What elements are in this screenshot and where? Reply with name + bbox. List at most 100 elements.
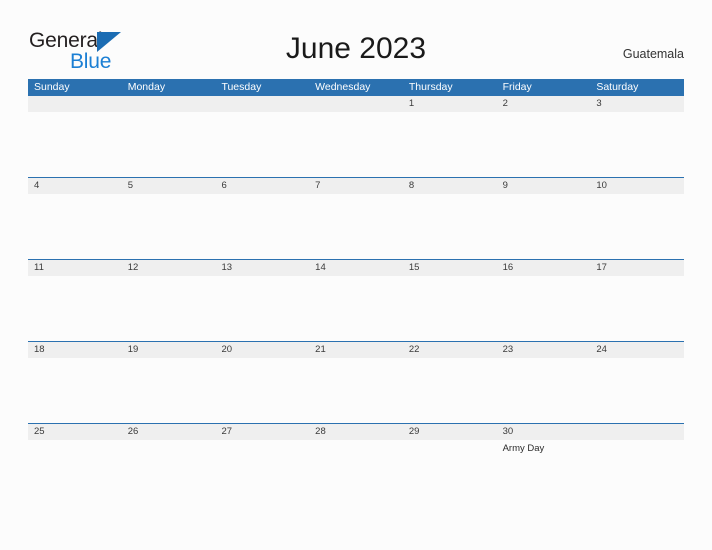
week-date-band: 18 19 20 21 22 23 24 xyxy=(28,342,684,358)
day-cell[interactable] xyxy=(497,276,591,340)
day-cell[interactable] xyxy=(122,194,216,258)
day-number[interactable]: 7 xyxy=(309,178,403,194)
page-title: June 2023 xyxy=(285,32,427,65)
weekday-header-friday: Friday xyxy=(502,81,532,93)
day-cell[interactable] xyxy=(590,440,684,504)
day-number[interactable]: 28 xyxy=(309,424,403,440)
day-cell[interactable] xyxy=(122,358,216,422)
calendar-week-row: 25 26 27 28 29 30 Army Day xyxy=(28,423,684,505)
day-cell[interactable] xyxy=(215,358,309,422)
day-cell[interactable] xyxy=(590,194,684,258)
calendar-page: General Blue June 2023 Guatemala Sunday … xyxy=(0,0,712,550)
week-body-band xyxy=(28,194,684,258)
day-number[interactable]: 1 xyxy=(403,96,497,112)
day-cell[interactable]: Army Day xyxy=(497,440,591,504)
day-cell[interactable] xyxy=(497,112,591,176)
day-number[interactable]: 30 xyxy=(497,424,591,440)
day-cell[interactable] xyxy=(28,112,122,176)
day-cell[interactable] xyxy=(28,440,122,504)
day-cell[interactable] xyxy=(28,276,122,340)
day-number[interactable]: 3 xyxy=(590,96,684,112)
month-calendar: Sunday Monday Tuesday Wednesday Thursday… xyxy=(28,79,684,505)
week-date-band: 25 26 27 28 29 30 xyxy=(28,424,684,440)
day-number[interactable]: 12 xyxy=(122,260,216,276)
day-cell[interactable] xyxy=(309,358,403,422)
calendar-week-row: 123 xyxy=(28,96,684,177)
day-number[interactable]: 14 xyxy=(309,260,403,276)
day-number[interactable]: 24 xyxy=(590,342,684,358)
day-number[interactable]: 22 xyxy=(403,342,497,358)
day-number[interactable]: 4 xyxy=(28,178,122,194)
day-cell[interactable] xyxy=(122,112,216,176)
weekday-header-wednesday: Wednesday xyxy=(315,81,371,93)
day-cell[interactable] xyxy=(590,276,684,340)
weekday-header-monday: Monday xyxy=(127,81,166,93)
day-number[interactable]: 25 xyxy=(28,424,122,440)
day-cell[interactable] xyxy=(122,440,216,504)
day-number[interactable]: 11 xyxy=(28,260,122,276)
day-number[interactable]: 29 xyxy=(403,424,497,440)
week-date-band: 11 12 13 14 15 16 17 xyxy=(28,260,684,276)
day-number[interactable] xyxy=(309,96,403,112)
day-number[interactable]: 18 xyxy=(28,342,122,358)
day-number[interactable]: 9 xyxy=(497,178,591,194)
day-number[interactable]: 2 xyxy=(497,96,591,112)
day-cell[interactable] xyxy=(309,194,403,258)
day-number[interactable] xyxy=(122,96,216,112)
day-number[interactable]: 26 xyxy=(122,424,216,440)
day-cell[interactable] xyxy=(403,112,497,176)
week-body-band xyxy=(28,112,684,176)
page-header: General Blue June 2023 Guatemala xyxy=(0,0,712,78)
day-event[interactable]: Army Day xyxy=(503,443,586,455)
day-number[interactable]: 8 xyxy=(403,178,497,194)
day-number[interactable]: 27 xyxy=(215,424,309,440)
day-cell[interactable] xyxy=(403,194,497,258)
weekday-header-sunday: Sunday xyxy=(34,81,70,93)
country-label: Guatemala xyxy=(622,47,684,61)
weekday-header-saturday: Saturday xyxy=(596,81,639,93)
day-cell[interactable] xyxy=(122,276,216,340)
day-number[interactable]: 15 xyxy=(403,260,497,276)
day-number[interactable]: 20 xyxy=(215,342,309,358)
week-body-band xyxy=(28,358,684,422)
day-cell[interactable] xyxy=(497,194,591,258)
day-number[interactable] xyxy=(590,424,684,440)
day-number[interactable]: 5 xyxy=(122,178,216,194)
calendar-weeks: 1 2 3 4 5 6 7 8 9 10 11 12 13 14 15 16 17 18 19 20 21 22 23 24 2… xyxy=(28,96,684,505)
day-cell[interactable] xyxy=(215,112,309,176)
day-cell[interactable] xyxy=(403,276,497,340)
weekday-header-row: Sunday Monday Tuesday Wednesday Thursday… xyxy=(28,79,684,96)
day-cell[interactable] xyxy=(28,194,122,258)
weekday-header-tuesday: Tuesday xyxy=(221,81,262,93)
week-body-band: Army Day xyxy=(28,440,684,504)
day-cell[interactable] xyxy=(590,358,684,422)
day-number[interactable]: 21 xyxy=(309,342,403,358)
day-number[interactable]: 19 xyxy=(122,342,216,358)
day-cell[interactable] xyxy=(215,194,309,258)
day-cell[interactable] xyxy=(590,112,684,176)
day-cell[interactable] xyxy=(309,112,403,176)
day-cell[interactable] xyxy=(215,440,309,504)
day-number[interactable]: 16 xyxy=(497,260,591,276)
day-cell[interactable] xyxy=(28,358,122,422)
day-cell[interactable] xyxy=(215,276,309,340)
calendar-week-row: 4 5 6 7 8 9 10 xyxy=(28,177,684,259)
week-date-band: 4 5 6 7 8 9 10 xyxy=(28,178,684,194)
day-number[interactable]: 17 xyxy=(590,260,684,276)
day-number[interactable]: 10 xyxy=(590,178,684,194)
week-body-band xyxy=(28,276,684,340)
calendar-week-row: 11 12 13 14 15 16 17 xyxy=(28,259,684,341)
day-number[interactable] xyxy=(28,96,122,112)
day-cell[interactable] xyxy=(309,440,403,504)
day-cell[interactable] xyxy=(497,358,591,422)
day-cell[interactable] xyxy=(403,440,497,504)
day-number[interactable]: 13 xyxy=(215,260,309,276)
day-cell[interactable] xyxy=(403,358,497,422)
day-cell[interactable] xyxy=(309,276,403,340)
day-number[interactable]: 6 xyxy=(215,178,309,194)
day-number[interactable]: 23 xyxy=(497,342,591,358)
day-number[interactable] xyxy=(215,96,309,112)
weekday-header-thursday: Thursday xyxy=(408,81,453,93)
week-date-band: 123 xyxy=(28,96,684,112)
calendar-week-row: 18 19 20 21 22 23 24 xyxy=(28,341,684,423)
